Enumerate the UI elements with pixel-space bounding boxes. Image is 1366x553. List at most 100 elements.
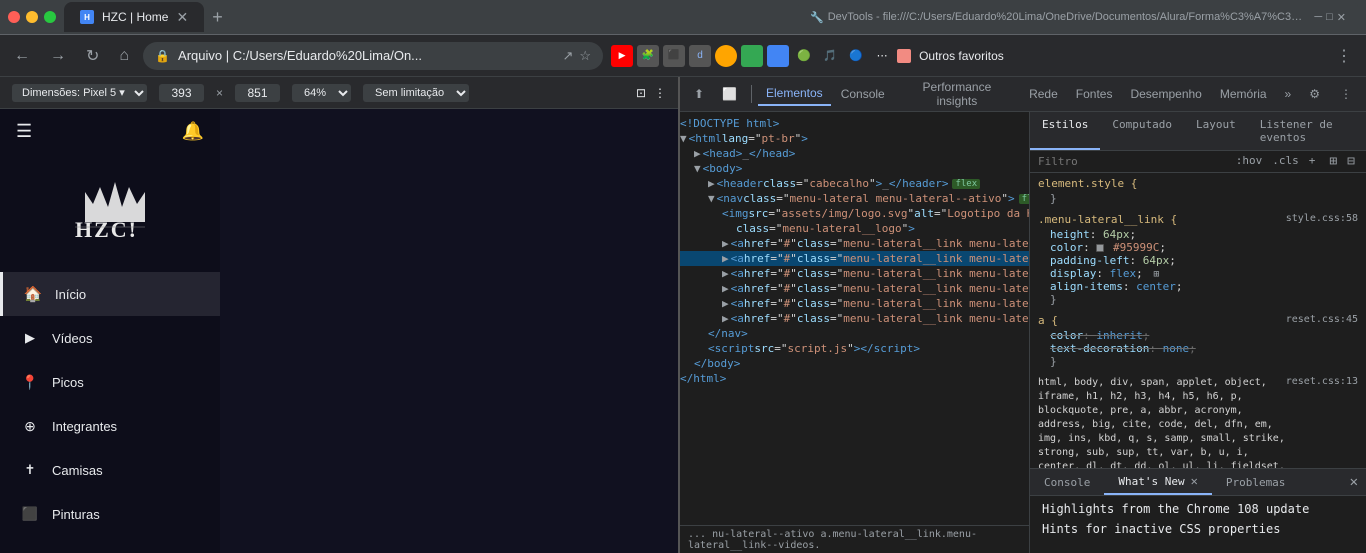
filter-icon-2[interactable]: ⊟	[1344, 153, 1358, 170]
html-arrow[interactable]: ▼	[680, 132, 687, 145]
zoom-selector[interactable]: 64%	[292, 84, 351, 102]
head-arrow[interactable]: ▶	[694, 147, 701, 160]
ext-profile[interactable]: d	[689, 45, 711, 67]
a-picos-arrow[interactable]: ▶	[722, 267, 729, 280]
html-line-html[interactable]: ▼ <html lang="pt-br" >	[680, 131, 1029, 146]
device-selector[interactable]: Dimensões: Pixel 5 ▾	[12, 84, 147, 102]
address-bar[interactable]: 🔒 Arquivo | C:/Users/Eduardo%20Lima/On..…	[143, 42, 603, 70]
width-input[interactable]	[159, 84, 204, 102]
devtools-sources-tab[interactable]: Fontes	[1068, 83, 1121, 105]
a-inicio-arrow[interactable]: ▶	[722, 237, 729, 250]
no-limit-selector[interactable]: Sem limitação	[363, 84, 469, 102]
ext-icon-3[interactable]	[741, 45, 763, 67]
devtools-minimize-icon[interactable]: ─	[1314, 11, 1322, 23]
menu-link-selector-text[interactable]: .menu-lateral__link {	[1038, 213, 1177, 226]
back-button[interactable]: ←	[8, 43, 36, 69]
html-line-a-videos[interactable]: ▶ <a href="#" class="menu-lateral__link …	[680, 251, 1029, 266]
devtools-inspect-btn[interactable]: ⬜	[714, 83, 745, 105]
devtools-network-tab[interactable]: Rede	[1021, 83, 1066, 105]
a-source[interactable]: reset.css:45	[1286, 314, 1358, 327]
styles-tab-estilos[interactable]: Estilos	[1030, 112, 1100, 150]
html-line-nav[interactable]: ▼ <nav class="menu-lateral menu-lateral-…	[680, 191, 1029, 206]
bookmarks-label[interactable]: Outros favoritos	[919, 49, 1004, 63]
ext-icon-5[interactable]: 🟢	[793, 45, 815, 67]
rotate-icon[interactable]: ⊡	[636, 86, 646, 100]
tab-close-icon[interactable]: ✕	[176, 9, 188, 26]
ext-icon-7[interactable]: 🔵	[845, 45, 867, 67]
a-videos-arrow[interactable]: ▶	[722, 252, 729, 265]
height-input[interactable]	[235, 84, 280, 102]
html-line-a-inicio[interactable]: ▶ <a href="#" class="menu-lateral__link …	[680, 236, 1029, 251]
nav-item-pinturas[interactable]: ⬛ Pinturas	[0, 492, 220, 536]
a-pinturas-arrow[interactable]: ▶	[722, 312, 729, 325]
whatsnew-close-icon[interactable]: ✕	[1191, 474, 1198, 488]
styles-tab-computado[interactable]: Computado	[1100, 112, 1184, 150]
console-tab-whatsnew[interactable]: What's New ✕	[1104, 469, 1211, 495]
filter-input[interactable]	[1038, 155, 1229, 168]
styles-tab-layout[interactable]: Layout	[1184, 112, 1248, 150]
tab-hzc[interactable]: H HZC | Home ✕	[64, 2, 204, 32]
devtools-close-icon[interactable]: ✕	[1337, 11, 1346, 24]
reset-source[interactable]: reset.css:13	[1286, 376, 1358, 468]
bookmark-icon[interactable]: ☆	[579, 48, 591, 64]
nav-item-picos[interactable]: 📍 Picos	[0, 360, 220, 404]
html-line-nav-close[interactable]: </nav>	[680, 326, 1029, 341]
hamburger-icon[interactable]: ☰	[16, 121, 32, 142]
share-icon[interactable]: ↗	[563, 48, 574, 64]
close-console-panel-btn[interactable]: ✕	[1342, 469, 1366, 495]
devtools-maximize-icon[interactable]: □	[1326, 11, 1333, 23]
nav-item-camisas[interactable]: ✝ Camisas	[0, 448, 220, 492]
filter-add-btn[interactable]: +	[1306, 153, 1319, 170]
a-camisas-arrow[interactable]: ▶	[722, 297, 729, 310]
devtools-console-tab[interactable]: Console	[833, 83, 893, 105]
devtools-performance-tab[interactable]: Desempenho	[1122, 83, 1209, 105]
nav-item-integrantes[interactable]: ⊕ Integrantes	[0, 404, 220, 448]
reload-button[interactable]: ↻	[80, 42, 105, 70]
html-line-header[interactable]: ▶ <header class="cabecalho">_</header> f…	[680, 176, 1029, 191]
reset-selector-text[interactable]: html, body, div, span, applet, object, i…	[1038, 376, 1286, 468]
filter-hov-btn[interactable]: :hov	[1233, 153, 1266, 170]
html-line-img2[interactable]: class="menu-lateral__logo">	[680, 221, 1029, 236]
forward-button[interactable]: →	[44, 43, 72, 69]
html-line-script[interactable]: <script src="script.js"></script>	[680, 341, 1029, 356]
filter-icon-1[interactable]: ⊞	[1326, 153, 1340, 170]
scroll-path-text[interactable]: ... nu-lateral--ativo a.menu-lateral__li…	[688, 529, 1021, 551]
ext-puzzle[interactable]: 🧩	[637, 45, 659, 67]
devtools-elements-tab[interactable]: Elementos	[758, 82, 831, 106]
devtools-performance-insights-tab[interactable]: Performance insights	[895, 77, 1019, 112]
devtools-memory-tab[interactable]: Memória	[1212, 83, 1275, 105]
close-button[interactable]	[8, 11, 20, 23]
console-tab-problemas[interactable]: Problemas	[1212, 469, 1300, 495]
html-line-body-close[interactable]: </body>	[680, 356, 1029, 371]
html-line-html-close[interactable]: </html>	[680, 371, 1029, 386]
ext-icon-6[interactable]: 🎵	[819, 45, 841, 67]
nav-arrow[interactable]: ▼	[708, 192, 715, 205]
html-line-body[interactable]: ▼ <body>	[680, 161, 1029, 176]
html-line-a-camisas[interactable]: ▶ <a href="#" class="menu-lateral__link …	[680, 296, 1029, 311]
minimize-button[interactable]	[26, 11, 38, 23]
nav-item-videos[interactable]: ▶ Vídeos	[0, 316, 220, 360]
maximize-button[interactable]	[44, 11, 56, 23]
devtools-menu-btn[interactable]: ⋮	[1332, 83, 1360, 105]
nav-item-inicio[interactable]: 🏠 Início	[0, 272, 220, 316]
html-line-head[interactable]: ▶ <head>_</head>	[680, 146, 1029, 161]
ext-youtube[interactable]: ▶	[611, 45, 633, 67]
ext-icon-8[interactable]: ⋯	[871, 45, 893, 67]
a-selector-text[interactable]: a {	[1038, 314, 1058, 327]
ext-icon-2[interactable]	[715, 45, 737, 67]
devtools-more-btn[interactable]: »	[1277, 83, 1300, 105]
notification-icon[interactable]: 🔔	[182, 121, 204, 142]
html-line-doctype[interactable]: <!DOCTYPE html>	[680, 116, 1029, 131]
devtools-settings-btn[interactable]: ⚙	[1301, 83, 1328, 105]
menu-link-source[interactable]: style.css:58	[1286, 213, 1358, 226]
html-line-img[interactable]: <img src="assets/img/logo.svg" alt="Logo…	[680, 206, 1029, 221]
header-arrow[interactable]: ▶	[708, 177, 715, 190]
filter-cls-btn[interactable]: .cls	[1269, 153, 1302, 170]
html-line-a-picos[interactable]: ▶ <a href="#" class="menu-lateral__link …	[680, 266, 1029, 281]
devtools-cursor-btn[interactable]: ⬆	[686, 83, 712, 105]
more-icon[interactable]: ⋮	[654, 86, 666, 100]
html-line-a-integrantes[interactable]: ▶ <a href="#" class="menu-lateral__link …	[680, 281, 1029, 296]
console-tab-console[interactable]: Console	[1030, 469, 1104, 495]
body-arrow[interactable]: ▼	[694, 162, 701, 175]
ext-icon-4[interactable]	[767, 45, 789, 67]
